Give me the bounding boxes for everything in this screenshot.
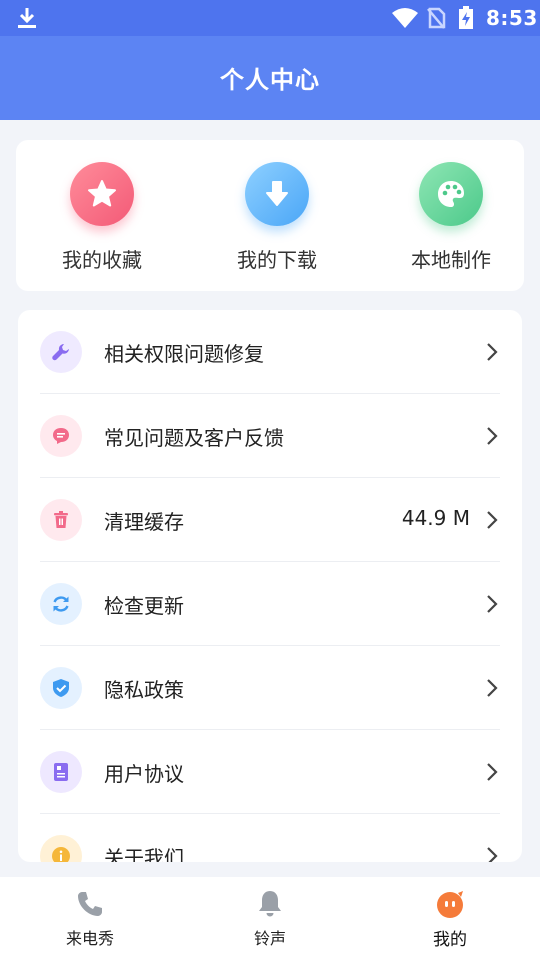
- menu-item-label: 关于我们: [104, 846, 184, 862]
- my-favorites-button[interactable]: 我的收藏: [37, 162, 167, 273]
- menu-item-label: 相关权限问题修复: [104, 342, 264, 366]
- chevron-right-icon: [487, 847, 498, 862]
- chevron-right-icon: [487, 763, 498, 781]
- info-icon: [52, 847, 70, 862]
- bottom-tab-bar: 来电秀 铃声 我的: [0, 877, 540, 960]
- refresh-icon-circle: [40, 583, 82, 625]
- phone-icon: [78, 892, 102, 916]
- bell-icon: [259, 891, 281, 917]
- tab-label: 铃声: [253, 929, 286, 948]
- document-icon-circle: [40, 751, 82, 793]
- menu-item-about-us[interactable]: 关于我们: [18, 814, 522, 862]
- menu-item-user-agreement[interactable]: 用户协议: [18, 730, 522, 814]
- cache-size-value: 44.9 M: [401, 506, 470, 530]
- wrench-icon-circle: [40, 331, 82, 373]
- menu-item-label: 隐私政策: [104, 678, 184, 702]
- menu-item-faq-feedback[interactable]: 常见问题及客户反馈: [18, 394, 522, 478]
- trash-icon-circle: [40, 499, 82, 541]
- refresh-icon: [53, 596, 69, 612]
- status-time: 8:53: [486, 6, 538, 30]
- trash-icon: [54, 511, 68, 528]
- no-sim-icon: [427, 7, 446, 29]
- my-downloads-button[interactable]: 我的下载: [212, 162, 342, 273]
- downloads-icon-circle: [245, 162, 309, 226]
- local-create-button[interactable]: 本地制作: [386, 162, 516, 273]
- menu-item-check-update[interactable]: 检查更新: [18, 562, 522, 646]
- tab-label: 我的: [433, 930, 467, 950]
- chevron-right-icon: [487, 427, 498, 445]
- menu-item-label: 用户协议: [104, 762, 184, 786]
- tab-caller-show[interactable]: 来电秀: [30, 889, 150, 949]
- my-favorites-label: 我的收藏: [62, 248, 142, 272]
- my-downloads-label: 我的下载: [237, 248, 317, 272]
- menu-item-label: 常见问题及客户反馈: [104, 426, 284, 450]
- local-create-label: 本地制作: [411, 248, 491, 272]
- battery-charging-icon: [459, 6, 473, 29]
- star-icon: [88, 180, 116, 207]
- chevron-right-icon: [487, 679, 498, 697]
- download-icon: [18, 8, 36, 28]
- download-arrow-icon: [266, 181, 288, 206]
- chat-icon-circle: [40, 415, 82, 457]
- wifi-icon: [392, 8, 418, 28]
- palette-icon: [438, 181, 464, 207]
- chevron-right-icon: [487, 343, 498, 361]
- document-icon: [54, 763, 68, 781]
- menu-item-label: 清理缓存: [104, 510, 184, 534]
- header: 个人中心: [0, 36, 540, 120]
- tab-label: 来电秀: [65, 929, 114, 948]
- menu-item-clear-cache[interactable]: 清理缓存 44.9 M: [18, 478, 522, 562]
- tab-mine[interactable]: 我的: [390, 889, 510, 950]
- tab-ringtone[interactable]: 铃声: [210, 889, 330, 949]
- quick-actions-card: 我的收藏 我的下载 本地制作: [16, 140, 524, 291]
- info-icon-circle: [40, 835, 82, 862]
- local-create-icon-circle: [419, 162, 483, 226]
- chat-bubble-icon: [53, 428, 69, 444]
- shield-icon-circle: [40, 667, 82, 709]
- chevron-right-icon: [487, 595, 498, 613]
- mascot-icon: [437, 891, 463, 918]
- wrench-icon: [52, 343, 69, 361]
- menu-item-privacy-policy[interactable]: 隐私政策: [18, 646, 522, 730]
- settings-menu: 相关权限问题修复 常见问题及客户反馈 清理缓存 44.9 M 检查更新 隐私政策…: [18, 310, 522, 862]
- page-title: 个人中心: [220, 66, 320, 94]
- menu-item-label: 检查更新: [104, 594, 184, 618]
- status-bar: 8:53: [0, 0, 540, 36]
- chevron-right-icon: [487, 511, 498, 529]
- shield-check-icon: [53, 679, 69, 697]
- favorites-icon-circle: [70, 162, 134, 226]
- menu-item-permission-fix[interactable]: 相关权限问题修复: [18, 310, 522, 394]
